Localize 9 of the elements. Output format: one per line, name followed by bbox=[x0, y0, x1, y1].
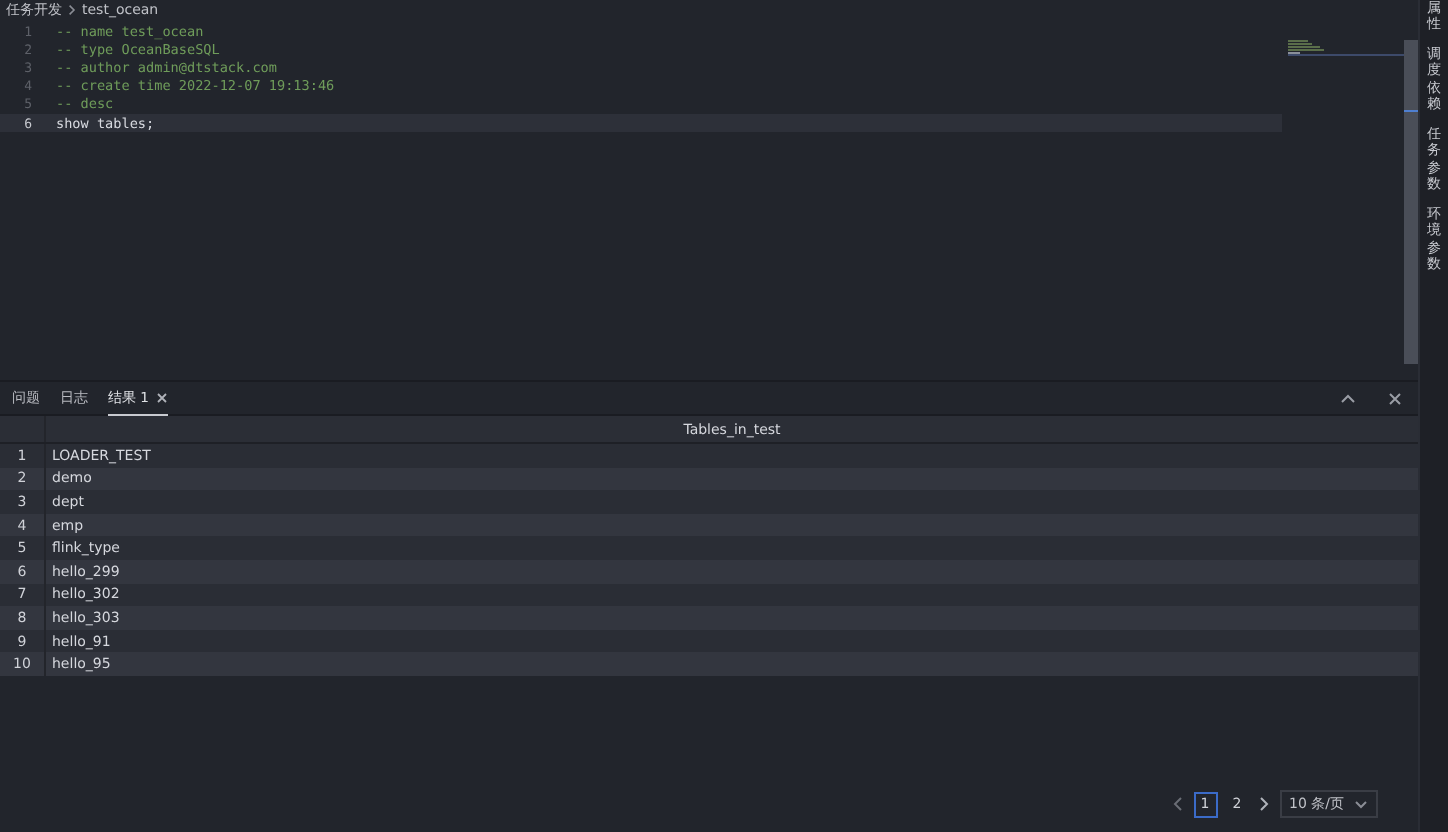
chevron-right-icon bbox=[68, 4, 76, 16]
chevron-right-icon[interactable] bbox=[1257, 796, 1269, 812]
close-icon[interactable] bbox=[1388, 391, 1402, 405]
minimap-drawing bbox=[1288, 40, 1404, 56]
chevron-down-icon bbox=[1354, 799, 1368, 809]
chevron-left-icon[interactable] bbox=[1171, 796, 1183, 812]
chevron-up-icon[interactable] bbox=[1340, 392, 1356, 404]
close-icon[interactable] bbox=[155, 391, 167, 403]
scrollbar[interactable] bbox=[1404, 40, 1418, 364]
